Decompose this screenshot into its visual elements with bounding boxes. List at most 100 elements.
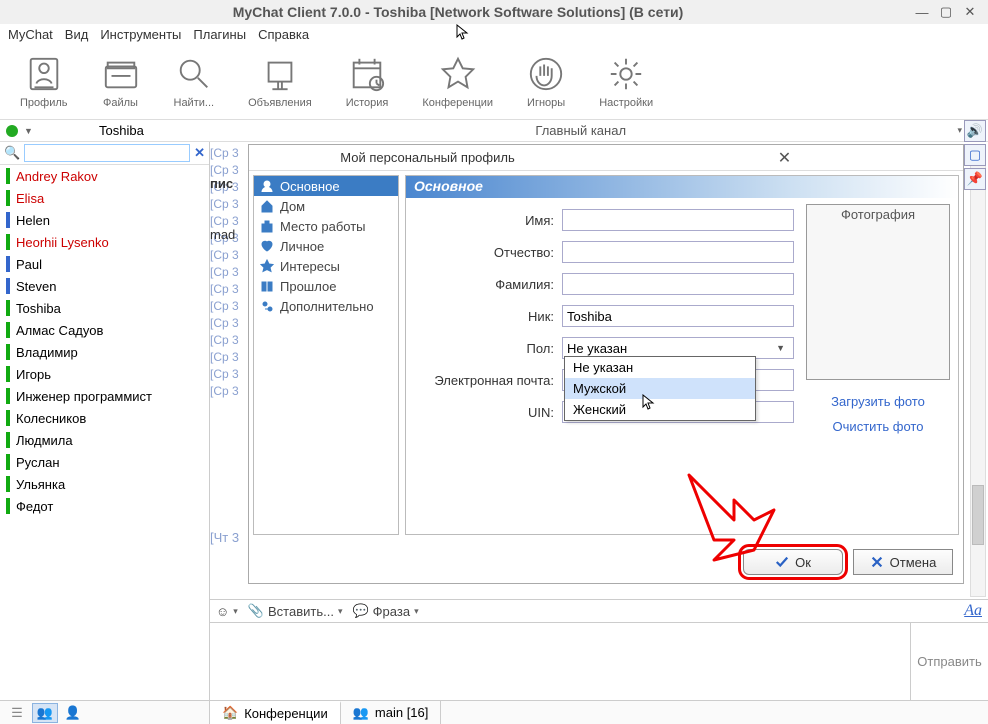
contact-item[interactable]: Helen <box>0 209 209 231</box>
tab-main-label: main [16] <box>375 705 428 720</box>
close-button[interactable]: ✕ <box>958 4 982 20</box>
menu-view[interactable]: Вид <box>65 27 89 42</box>
toolbar-files[interactable]: Файлы <box>102 55 140 109</box>
contact-item[interactable]: Andrey Rakov <box>0 165 209 187</box>
dialog-nav-label: Место работы <box>280 219 366 234</box>
star-icon <box>439 55 477 93</box>
hand-icon <box>527 55 565 93</box>
send-button[interactable]: Отправить <box>910 623 988 700</box>
contact-item[interactable]: Elisa <box>0 187 209 209</box>
menu-tools[interactable]: Инструменты <box>100 27 181 42</box>
dialog-nav-past[interactable]: Прошлое <box>254 276 398 296</box>
contact-item[interactable]: Paul <box>0 253 209 275</box>
status-indicator-icon[interactable] <box>6 125 18 137</box>
chevron-down-icon: ▼ <box>772 343 789 353</box>
pin-button[interactable]: 📌 <box>964 168 986 190</box>
chat-timestamp: [Ср 3 <box>210 265 250 282</box>
phrase-button[interactable]: 💬 Фраза ▾ <box>352 603 418 619</box>
photo-box: Фотография <box>806 204 950 380</box>
contact-name: Ульянка <box>16 477 65 492</box>
dialog-nav-interests[interactable]: Интересы <box>254 256 398 276</box>
dialog-close-button[interactable]: ✕ <box>606 148 963 168</box>
sex-option-none[interactable]: Не указан <box>565 357 755 378</box>
toolbar-find-label: Найти... <box>174 97 215 109</box>
chat-timestamp: [Ср 3 <box>210 248 250 265</box>
dialog-title: Мой персональный профиль <box>249 150 606 165</box>
right-toolstrip: 🔊 ▢ 📌 <box>964 120 988 190</box>
contact-name: Игорь <box>16 367 51 382</box>
format-button[interactable]: Aa <box>964 602 982 620</box>
toolbar-confs[interactable]: Конференции <box>422 55 493 109</box>
chat-timestamp-extra: [Чт 3 <box>210 530 239 545</box>
toolbar-profile-label: Профиль <box>20 97 68 109</box>
dialog-nav-label: Интересы <box>280 259 340 274</box>
contact-item[interactable]: Ульянка <box>0 473 209 495</box>
contact-item[interactable]: Федот <box>0 495 209 517</box>
status-dropdown-icon[interactable]: ▼ <box>24 126 33 136</box>
contact-item[interactable]: Людмила <box>0 429 209 451</box>
message-input[interactable] <box>210 623 910 700</box>
status-bar-icon <box>6 300 10 316</box>
ok-button[interactable]: Ок <box>743 549 843 575</box>
contact-item[interactable]: Toshiba <box>0 297 209 319</box>
search-icon <box>175 55 213 93</box>
toolbar-ignore[interactable]: Игноры <box>527 55 565 109</box>
menu-plugins[interactable]: Плагины <box>193 27 246 42</box>
patronymic-input[interactable] <box>562 241 794 263</box>
view-list-button[interactable]: ☰ <box>4 703 30 723</box>
name-input[interactable] <box>562 209 794 231</box>
contact-item[interactable]: Игорь <box>0 363 209 385</box>
view-group-button[interactable]: 👥 <box>32 703 58 723</box>
contact-item[interactable]: Heorhii Lysenko <box>0 231 209 253</box>
nick-input[interactable] <box>562 305 794 327</box>
tab-conferences[interactable]: 🏠 Конференции <box>210 701 341 724</box>
maximize-button[interactable]: ▢ <box>934 4 958 20</box>
load-photo-link[interactable]: Загрузить фото <box>831 394 925 409</box>
contact-search-input[interactable] <box>24 144 190 162</box>
contact-item[interactable]: Руслан <box>0 451 209 473</box>
email-label: Электронная почта: <box>412 373 562 388</box>
contact-name: Инженер программист <box>16 389 152 404</box>
view-single-button[interactable]: 👤 <box>60 703 86 723</box>
surname-input[interactable] <box>562 273 794 295</box>
toolbar-history-label: История <box>346 97 389 109</box>
contact-item[interactable]: Алмас Садуов <box>0 319 209 341</box>
contact-item[interactable]: Инженер программист <box>0 385 209 407</box>
emoji-button[interactable]: ☺ ▾ <box>216 604 238 619</box>
toolbar-settings[interactable]: Настройки <box>599 55 653 109</box>
announce-icon <box>261 55 299 93</box>
contact-item[interactable]: Колесников <box>0 407 209 429</box>
dialog-nav-home[interactable]: Дом <box>254 196 398 216</box>
sex-dropdown-popup: Не указан Мужской Женский <box>564 356 756 421</box>
chat-scrollbar[interactable] <box>970 144 986 597</box>
toolbar-announce[interactable]: Объявления <box>248 55 312 109</box>
dialog-nav-personal[interactable]: Личное <box>254 236 398 256</box>
attach-button[interactable]: 📎 Вставить... ▾ <box>248 603 343 619</box>
square-button[interactable]: ▢ <box>964 144 986 166</box>
contact-item[interactable]: Владимир <box>0 341 209 363</box>
contact-item[interactable]: Steven <box>0 275 209 297</box>
tab-main[interactable]: 👥 main [16] <box>341 701 442 724</box>
patronymic-label: Отчество: <box>412 245 562 260</box>
photo-column: Фотография Загрузить фото Очистить фото <box>804 204 952 434</box>
status-bar-icon <box>6 498 10 514</box>
minimize-button[interactable]: — <box>910 5 934 20</box>
clear-search-icon[interactable]: ✕ <box>194 145 205 161</box>
clear-photo-link[interactable]: Очистить фото <box>833 419 924 434</box>
status-bar-icon <box>6 278 10 294</box>
toolbar-find[interactable]: Найти... <box>174 55 215 109</box>
contact-name: Helen <box>16 213 50 228</box>
dialog-nav-main[interactable]: Основное <box>254 176 398 196</box>
toolbar-history[interactable]: История <box>346 55 389 109</box>
dialog-nav-extra[interactable]: Дополнительно <box>254 296 398 316</box>
menu-mychat[interactable]: MyChat <box>8 27 53 42</box>
sex-option-male[interactable]: Мужской <box>565 378 755 399</box>
cancel-button[interactable]: Отмена <box>853 549 953 575</box>
contact-name: Федот <box>16 499 53 514</box>
menu-help[interactable]: Справка <box>258 27 309 42</box>
name-label: Имя: <box>412 213 562 228</box>
sex-option-female[interactable]: Женский <box>565 399 755 420</box>
dialog-nav-work[interactable]: Место работы <box>254 216 398 236</box>
sound-button[interactable]: 🔊 <box>964 120 986 142</box>
toolbar-profile[interactable]: Профиль <box>20 55 68 109</box>
